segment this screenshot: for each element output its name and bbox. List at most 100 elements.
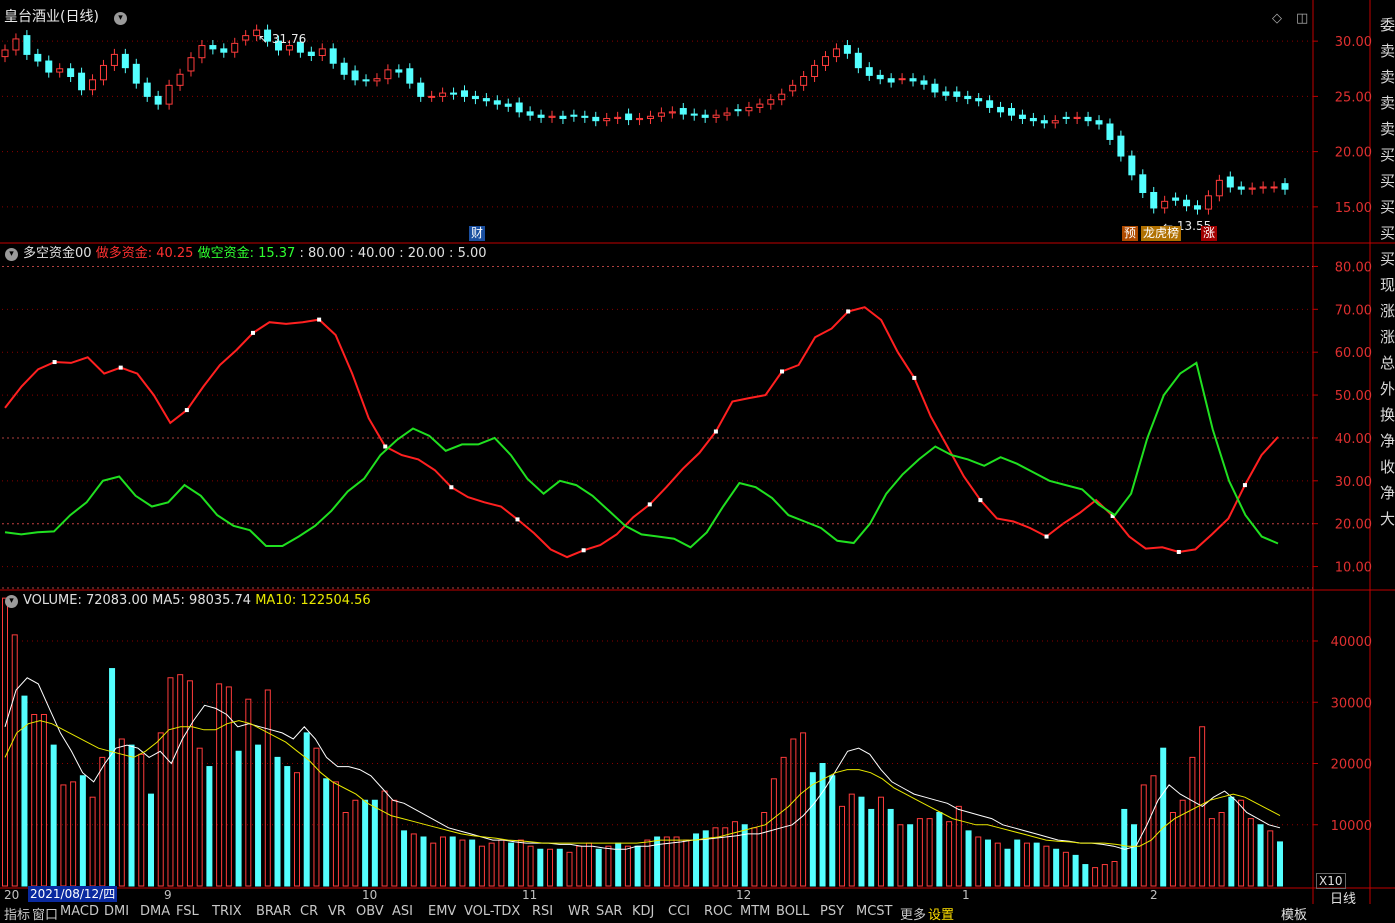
volume-bar: [790, 738, 797, 887]
tab-10[interactable]: OBV: [356, 904, 384, 920]
volume-bar: [177, 674, 184, 887]
tab-19[interactable]: ROC: [704, 904, 732, 920]
tab-16[interactable]: SAR: [596, 904, 622, 920]
volume-bar: [430, 842, 437, 887]
candle-body: [822, 56, 830, 66]
tab-24[interactable]: 更多: [900, 904, 926, 923]
tab-14[interactable]: RSI: [532, 904, 553, 920]
tab-17[interactable]: KDJ: [632, 904, 654, 920]
period-label[interactable]: 日线: [1330, 892, 1356, 908]
candle-body: [1073, 116, 1081, 119]
volume-bar: [449, 836, 456, 887]
tab-20[interactable]: MTM: [740, 904, 770, 920]
volume-bar: [527, 845, 534, 887]
dragon-tiger-marker[interactable]: 龙虎榜: [1141, 226, 1182, 241]
tab-4[interactable]: DMA: [140, 904, 170, 920]
template-tab[interactable]: 模板: [1281, 904, 1307, 923]
month-label-nov: 11: [522, 888, 538, 902]
side-quote-label: 收: [1380, 458, 1395, 476]
volume-bar: [323, 778, 330, 887]
volume-bar: [809, 772, 816, 887]
tab-13[interactable]: VOL-TDX: [464, 904, 520, 920]
tab-12[interactable]: EMV: [428, 904, 456, 920]
volume-bar: [11, 634, 18, 887]
volume-bar: [1238, 799, 1245, 887]
tab-0[interactable]: 指标: [4, 904, 30, 923]
candle-body: [373, 78, 381, 82]
candle-body: [592, 116, 600, 122]
tab-8[interactable]: CR: [300, 904, 318, 920]
indicator-menu-icon[interactable]: ▾: [5, 248, 18, 261]
volume-bar: [887, 808, 894, 887]
tab-22[interactable]: PSY: [820, 904, 844, 920]
volume-bar: [936, 812, 943, 887]
tab-9[interactable]: VR: [328, 904, 346, 920]
bull-point-marker: [184, 408, 189, 413]
candle-body: [603, 117, 611, 122]
volume-bar: [858, 796, 865, 887]
volume-bar: [1160, 747, 1167, 887]
side-quote-label: 买: [1380, 250, 1395, 268]
side-quote-label: 买: [1380, 172, 1395, 190]
volume-bar: [585, 842, 592, 887]
tab-21[interactable]: BOLL: [776, 904, 809, 920]
tab-3[interactable]: DMI: [104, 904, 129, 920]
limit-up-marker[interactable]: 涨: [1201, 226, 1218, 241]
candle-body: [657, 112, 665, 117]
volume-header: VOLUME: 72083.00 MA5: 98035.74 MA10: 122…: [23, 593, 371, 608]
volume-bar: [138, 753, 145, 887]
candle-body: [997, 106, 1005, 113]
side-quote-label: 买: [1380, 224, 1395, 242]
forecast-marker[interactable]: 预: [1122, 226, 1139, 241]
side-quote-label: 买: [1380, 146, 1395, 164]
volume-bar: [683, 839, 690, 887]
window-toggle-icon[interactable]: ◫: [1296, 11, 1308, 27]
tab-5[interactable]: FSL: [176, 904, 199, 920]
candle-body: [865, 67, 873, 76]
candle-body: [307, 51, 315, 57]
title-menu-icon[interactable]: ▾: [114, 12, 127, 25]
candle-body: [1226, 176, 1234, 188]
tab-6[interactable]: TRIX: [212, 904, 242, 920]
candle-body: [1150, 191, 1158, 209]
candle-body: [778, 93, 786, 101]
volume-bar: [693, 833, 700, 887]
volume-bar: [216, 683, 223, 887]
volume-bar: [1277, 841, 1283, 887]
side-quote-label: 净: [1380, 432, 1395, 450]
volume-menu-icon[interactable]: ▾: [5, 595, 18, 608]
candle-body: [471, 95, 479, 100]
volume-bar: [975, 836, 982, 887]
volume-bar: [907, 824, 914, 887]
candle-body: [920, 80, 928, 85]
volume-bar: [1169, 812, 1176, 887]
side-quote-label: 卖: [1380, 94, 1395, 112]
tab-1[interactable]: 窗口: [32, 904, 58, 923]
candle-body: [646, 115, 654, 119]
diamond-icon[interactable]: ◇: [1272, 11, 1282, 27]
volume-bar: [1247, 818, 1254, 887]
candle-body: [1172, 197, 1180, 201]
tab-11[interactable]: ASI: [392, 904, 413, 920]
tab-15[interactable]: WR: [568, 904, 590, 920]
candle-body: [1193, 205, 1201, 210]
tab-18[interactable]: CCI: [668, 904, 690, 920]
volume-bar: [478, 845, 485, 887]
finance-marker[interactable]: 财: [469, 226, 486, 241]
candle-body: [132, 63, 140, 84]
candle-body: [439, 92, 447, 97]
tab-2[interactable]: MACD: [60, 904, 99, 920]
volume-bar: [196, 747, 203, 887]
volume-bar: [673, 836, 680, 887]
tab-25[interactable]: 设置: [928, 904, 954, 923]
volume-bar: [1072, 854, 1079, 887]
volume-bar: [21, 695, 28, 887]
tab-7[interactable]: BRAR: [256, 904, 291, 920]
candle-body: [231, 42, 239, 53]
volume-bar: [663, 836, 670, 887]
volume-bar: [1150, 775, 1157, 887]
volume-bar: [1082, 864, 1089, 887]
tab-23[interactable]: MCST: [856, 904, 893, 920]
stock-title: 皇台酒业(日线): [4, 9, 99, 25]
bull-point-marker: [581, 548, 586, 553]
